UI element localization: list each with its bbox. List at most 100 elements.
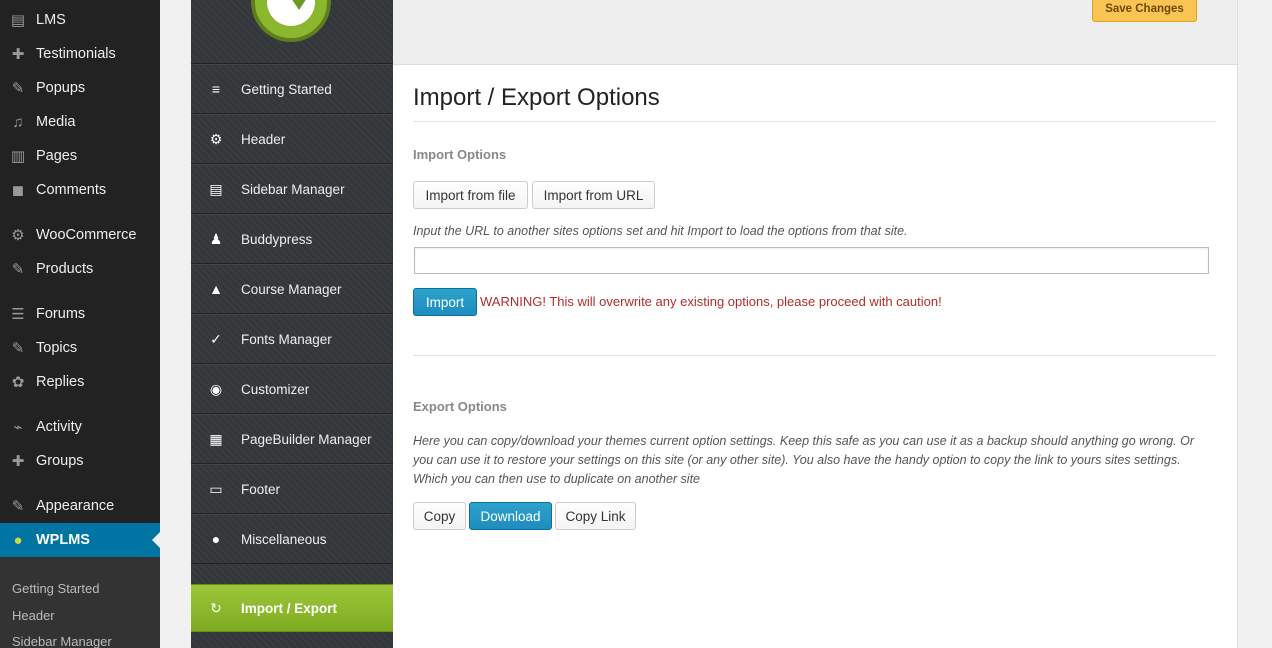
wp-menu-label: WPLMS <box>36 532 90 548</box>
wp-submenu-item-sidebar-manager[interactable]: Sidebar Manager <box>12 634 112 648</box>
wp-menu-label: Pages <box>36 148 78 164</box>
export-description-line-3: Which you can then use to duplicate on a… <box>413 472 700 486</box>
options-menu-label: Header <box>241 131 286 147</box>
topics-icon: ✎ <box>11 340 25 357</box>
media-icon: ♫ <box>12 113 24 131</box>
wp-menu-item-woocommerce[interactable]: ⚙ WooCommerce <box>0 218 160 252</box>
wp-menu-label: Products <box>36 261 94 277</box>
wp-menu-label: WooCommerce <box>36 227 137 243</box>
wp-admin-sidebar: ▤ LMS ✚ Testimonials ✎ Popups ♫ Media ▥ Pages ◼ Com… <box>0 0 1272 648</box>
location-pin-icon: ● <box>211 531 221 547</box>
users-icon: ♟ <box>209 230 223 247</box>
wp-submenu: Getting Started Header Sidebar Manager <box>0 557 160 648</box>
options-menu-item-sidebar-manager[interactable]: ▤ Sidebar Manager <box>191 164 393 214</box>
import-warning: WARNING! This will overwrite any existin… <box>480 294 942 309</box>
forums-icon: ☰ <box>11 306 25 323</box>
activity-icon: ⌁ <box>13 419 23 436</box>
wp-menu-item-products[interactable]: ✎ Products <box>0 252 160 286</box>
wp-menu-item-appearance[interactable]: ✎ Appearance <box>0 489 160 523</box>
keyboard-icon: ▦ <box>209 430 223 447</box>
graduation-cap-icon: ▲ <box>209 281 223 297</box>
woocommerce-icon: ⚙ <box>11 227 25 244</box>
import-description: Input the URL to another sites options s… <box>413 224 908 238</box>
wp-menu-label: Media <box>36 114 76 130</box>
gutter <box>160 0 191 648</box>
import-from-url-button[interactable]: Import from URL <box>532 181 655 209</box>
wp-menu-item-wplms[interactable]: ● WPLMS <box>0 523 160 557</box>
wp-menu-item-pages[interactable]: ▥ Pages <box>0 139 160 173</box>
fonts-icon: ✓ <box>210 330 222 347</box>
logo-area <box>191 0 393 64</box>
wp-menu-label: Topics <box>36 340 78 356</box>
options-menu-item-import-export[interactable]: ↻ Import / Export <box>191 584 393 632</box>
refresh-icon: ↻ <box>210 599 222 616</box>
appearance-icon: ✎ <box>11 498 25 515</box>
export-description-line-1: Here you can copy/download your themes c… <box>413 434 1195 448</box>
wp-menu-label: Appearance <box>36 498 115 514</box>
wp-menu-item-lms[interactable]: ▤ LMS <box>0 3 160 37</box>
wp-menu-item-popups[interactable]: ✎ Popups <box>0 71 160 105</box>
page-title: Import / Export Options <box>413 84 660 111</box>
options-menu-label: Customizer <box>241 381 310 397</box>
right-gutter <box>1237 0 1272 648</box>
wp-menu-label: LMS <box>36 12 66 28</box>
wp-menu-item-replies[interactable]: ✿ Replies <box>0 365 160 399</box>
comments-icon: ◼ <box>11 182 25 199</box>
pin-icon: ✎ <box>11 80 25 97</box>
wp-menu-item-comments[interactable]: ◼ Comments <box>0 173 160 207</box>
wp-menu-label: Replies <box>36 374 85 390</box>
options-menu-label: Sidebar Manager <box>241 181 345 197</box>
wp-menu-label: Comments <box>36 182 107 198</box>
wp-menu-item-forums[interactable]: ☰ Forums <box>0 297 160 331</box>
options-menu-item-pagebuilder-manager[interactable]: ▦ PageBuilder Manager <box>191 414 393 464</box>
copy-link-button[interactable]: Copy Link <box>555 502 636 530</box>
options-menu-item-fonts-manager[interactable]: ✓ Fonts Manager <box>191 314 393 364</box>
divider <box>413 121 1216 122</box>
wp-menu-label: Activity <box>36 419 82 435</box>
pages-icon: ▥ <box>10 148 26 165</box>
export-section-label: Export Options <box>413 399 507 414</box>
wp-menu-label: Popups <box>36 80 86 96</box>
export-description-line-2: you can use it to restore your settings … <box>413 453 1181 467</box>
wp-submenu-item-header[interactable]: Header <box>12 608 55 623</box>
options-menu-label: Getting Started <box>241 81 332 97</box>
divider <box>413 355 1216 356</box>
options-header: Save Changes <box>393 0 1237 65</box>
options-menu-item-course-manager[interactable]: ▲ Course Manager <box>191 264 393 314</box>
products-icon: ✎ <box>11 261 25 278</box>
wp-menu-item-groups[interactable]: ✚ Groups <box>0 444 160 478</box>
options-menu-item-getting-started[interactable]: ≡ Getting Started <box>191 64 393 114</box>
wp-menu-item-media[interactable]: ♫ Media <box>0 105 160 139</box>
footer-icon: ▭ <box>209 480 223 497</box>
wplms-logo <box>251 0 331 42</box>
options-menu-label: Import / Export <box>241 600 338 616</box>
menu-lines-icon: ≡ <box>211 81 221 97</box>
options-menu-label: Footer <box>241 481 281 497</box>
options-menu-item-miscellaneous[interactable]: ● Miscellaneous <box>191 514 393 564</box>
options-menu-item-customizer[interactable]: ◉ Customizer <box>191 364 393 414</box>
options-menu-label: PageBuilder Manager <box>241 431 372 447</box>
options-menu-item-buddypress[interactable]: ♟ Buddypress <box>191 214 393 264</box>
import-button[interactable]: Import <box>413 288 477 316</box>
import-url-input[interactable] <box>414 247 1209 274</box>
import-from-file-button[interactable]: Import from file <box>413 181 528 209</box>
options-sidebar: ≡ Getting Started ⚙ Header ▤ Sidebar Manager ♟… <box>191 0 393 648</box>
wp-menu-item-activity[interactable]: ⌁ Activity <box>0 410 160 444</box>
options-menu-label: Fonts Manager <box>241 331 332 347</box>
wp-menu-item-topics[interactable]: ✎ Topics <box>0 331 160 365</box>
lms-icon: ▤ <box>10 12 26 29</box>
wp-submenu-item-getting-started[interactable]: Getting Started <box>12 581 99 596</box>
options-menu-item-header[interactable]: ⚙ Header <box>191 114 393 164</box>
plus-icon: ✚ <box>11 46 25 63</box>
wp-menu-label: Testimonials <box>36 46 116 62</box>
download-button[interactable]: Download <box>469 502 552 530</box>
options-menu-label: Buddypress <box>241 231 313 247</box>
gear-icon: ⚙ <box>209 130 223 147</box>
save-changes-button[interactable]: Save Changes <box>1092 0 1197 22</box>
options-menu-label: Miscellaneous <box>241 531 327 547</box>
copy-button[interactable]: Copy <box>413 502 466 530</box>
wp-menu-item-testimonials[interactable]: ✚ Testimonials <box>0 37 160 71</box>
import-section-label: Import Options <box>413 147 507 162</box>
sidebar-icon: ▤ <box>209 180 223 197</box>
options-menu-item-footer[interactable]: ▭ Footer <box>191 464 393 514</box>
